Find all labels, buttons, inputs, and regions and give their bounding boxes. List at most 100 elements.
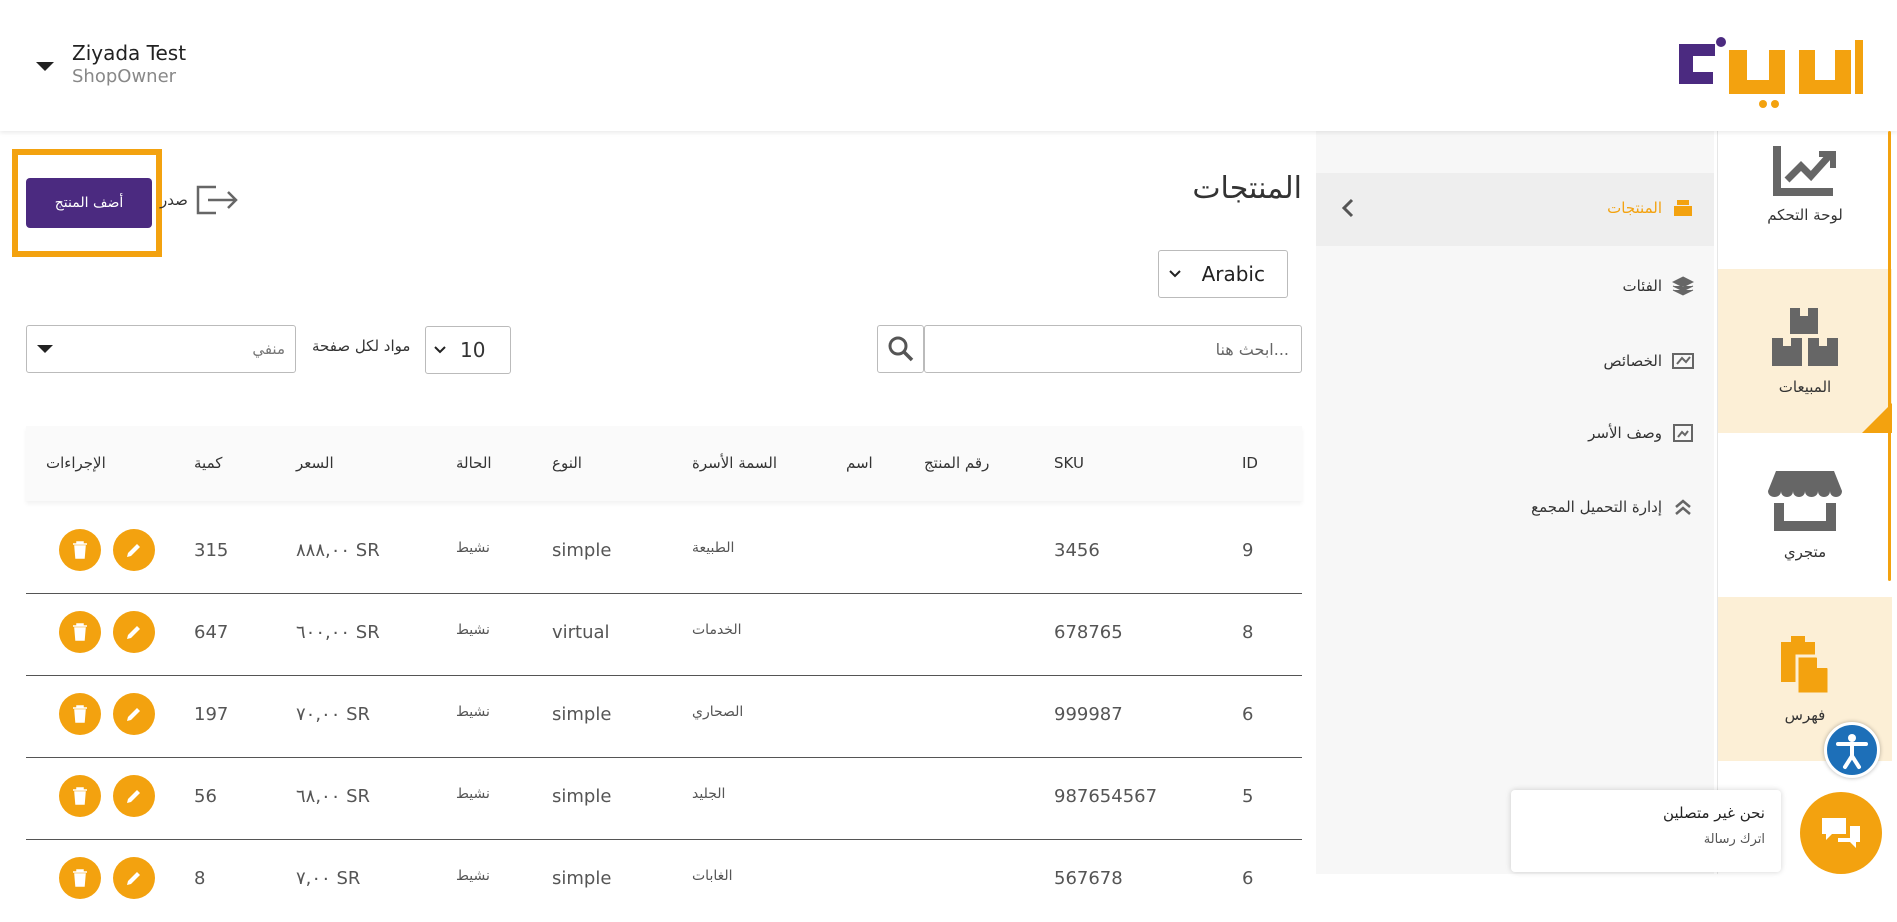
th-actions: الإجراءات [46,454,106,472]
rail-scrollbar[interactable] [1888,131,1891,581]
rail-item-label: متجري [1783,543,1827,561]
cell-sku: 987654567 [1054,786,1158,807]
cell-family: الطبيعة [692,540,735,556]
th-price[interactable]: السعر [296,454,334,472]
double-chevron-up-icon [1675,499,1691,515]
per-page-value: 10 [460,338,486,362]
cell-qty: 647 [194,622,229,643]
th-type[interactable]: النوع [552,454,582,472]
delete-button[interactable] [59,857,101,899]
cell-id: 8 [1242,622,1254,643]
table-row: 9 3456 الطبيعة simple نشيط ٨٨٨,٠٠ SR 315 [26,512,1302,594]
pencil-icon [127,626,140,639]
chevron-down-icon [1169,270,1181,278]
cell-price: ٦٨,٠٠ SR [296,786,371,807]
th-name[interactable]: اسم [846,454,873,472]
family-icon [1673,424,1693,442]
boxes-icon [1772,308,1838,366]
trash-icon [73,623,87,641]
th-id[interactable]: ID [1242,454,1258,472]
delete-button[interactable] [59,693,101,735]
per-page-select[interactable]: 10 [425,326,511,374]
caret-down-icon [37,345,53,353]
subnav-item-label: الخصائص [1603,352,1662,370]
th-product-number[interactable]: رقم المنتج [924,454,989,472]
table-row: 5 987654567 الجليد simple نشيط ٦٨,٠٠ SR … [26,758,1302,840]
cell-price: ٦٠٠,٠٠ SR [296,622,380,643]
rail-item-sales[interactable]: المبيعات [1718,269,1892,433]
table-header: ID SKU رقم المنتج اسم السمة الأسرة النوع… [26,426,1302,501]
cell-family: الغابات [692,868,733,884]
search-input[interactable]: ...ابحث هنا [924,325,1302,373]
delete-button[interactable] [59,611,101,653]
chat-title: نحن غير متصلين [1663,804,1765,822]
cell-sku: 3456 [1054,540,1100,561]
th-family[interactable]: السمة الأسرة [692,454,777,472]
layers-icon [1672,276,1694,296]
add-product-button[interactable]: أضف المنتج [26,178,152,228]
edit-button[interactable] [113,529,155,571]
export-icon [196,185,238,215]
th-qty[interactable]: كمية [194,454,222,472]
chat-button[interactable] [1800,792,1882,874]
subnav-item-attributes[interactable]: الخصائص [1603,351,1694,371]
subnav-item-label: المنتجات [1607,199,1662,217]
search-placeholder: ...ابحث هنا [1215,339,1289,359]
cell-family: الخدمات [692,622,742,638]
subnav-item-categories[interactable]: الفئات [1622,276,1694,296]
top-bar: Ziyada Test ShopOwner [0,0,1897,131]
cell-type: simple [552,868,612,889]
accessibility-icon [1836,734,1868,769]
pencil-icon [127,872,140,885]
edit-button[interactable] [113,775,155,817]
subnav-item-label: وصف الأسر [1588,424,1662,442]
chat-widget-panel[interactable]: نحن غير متصلين اترك رسالة [1511,790,1781,872]
user-name: Ziyada Test [72,41,187,65]
pencil-icon [127,708,140,721]
caret-down-icon[interactable] [36,61,54,71]
user-menu[interactable]: Ziyada Test ShopOwner [36,40,186,88]
th-status[interactable]: الحالة [456,454,492,472]
cell-status: نشيط [456,540,490,556]
store-icon [1768,471,1842,531]
cell-family: الصحاري [692,704,744,720]
cell-status: نشيط [456,786,490,802]
trash-icon [73,541,87,559]
chevron-left-icon[interactable] [1338,197,1360,219]
edit-button[interactable] [113,611,155,653]
export-button[interactable]: صدر [160,183,240,217]
chat-bubbles-icon [1822,818,1860,848]
user-role: ShopOwner [72,66,177,87]
rail-item-dashboard[interactable]: لوحة التحكم [1718,131,1892,265]
subnav-item-bulk-upload[interactable]: إدارة التحميل المجمع [1531,497,1694,517]
search-button[interactable] [877,325,924,373]
edit-button[interactable] [113,693,155,735]
table-row: 6 567678 الغابات simple نشيط ٧,٠٠ SR 8 [26,840,1302,922]
th-sku[interactable]: SKU [1054,454,1084,472]
kleefa-logo[interactable] [1671,32,1871,112]
cell-qty: 8 [194,868,206,889]
status-filter-value: منفي [252,340,285,358]
status-filter-select[interactable]: منفي [26,325,296,373]
cell-id: 6 [1242,704,1254,725]
delete-button[interactable] [59,775,101,817]
cell-id: 9 [1242,540,1254,561]
clipboard-icon [1781,636,1831,696]
per-page-label: مواد لكل صفحة [312,337,411,355]
language-select[interactable]: Arabic [1158,250,1288,298]
language-value: Arabic [1201,262,1265,286]
main-content: المنتجات أضف المنتج صدر Arabic ...ابحث ه… [0,131,1316,899]
subnav-item-family-desc[interactable]: وصف الأسر [1588,423,1694,443]
subnav-item-products[interactable]: المنتجات [1607,198,1694,218]
accessibility-button[interactable] [1824,722,1880,778]
cell-price: ٨٨٨,٠٠ SR [296,540,380,561]
chat-subtitle: اترك رسالة [1703,832,1765,847]
rail-item-label: فهرس [1784,706,1826,724]
subnav-item-label: إدارة التحميل المجمع [1531,498,1662,516]
chevron-down-icon [434,346,446,354]
edit-button[interactable] [113,857,155,899]
cell-type: virtual [552,622,610,643]
cell-family: الجليد [692,786,726,802]
rail-item-my-store[interactable]: متجري [1718,433,1892,597]
delete-button[interactable] [59,529,101,571]
